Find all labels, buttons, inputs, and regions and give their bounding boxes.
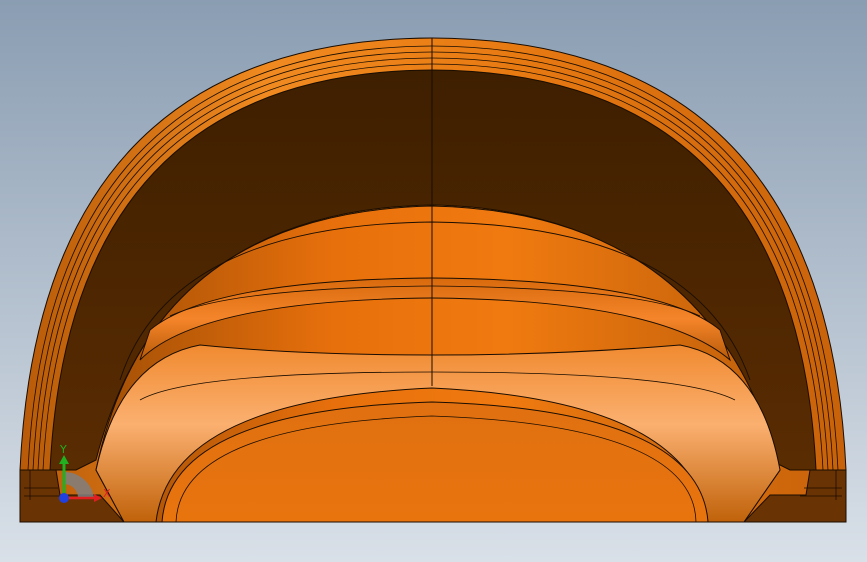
z-axis-dot [59,493,69,503]
model-view[interactable] [0,0,867,562]
y-axis-label: Y [60,443,67,456]
x-axis-label: X [103,487,111,500]
graphics-viewport[interactable]: Y X [0,0,867,562]
